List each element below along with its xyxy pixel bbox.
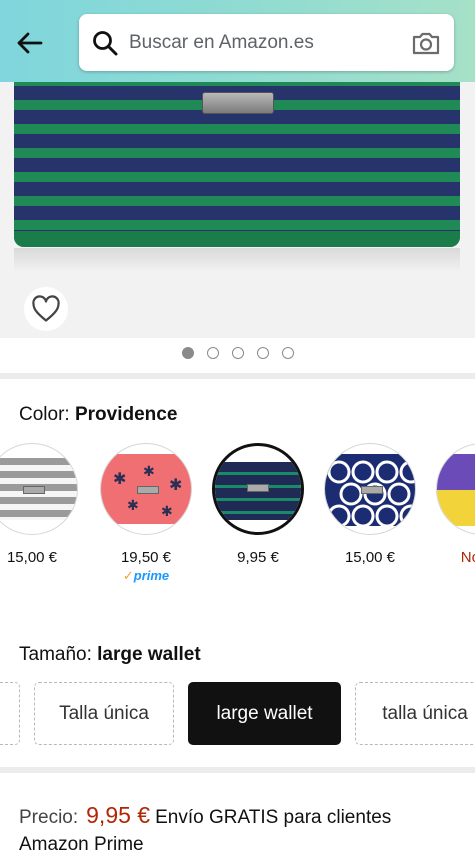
size-option-partial[interactable] (0, 682, 20, 745)
product-image (14, 82, 460, 247)
swatch-price: 9,95 € (237, 549, 279, 566)
size-option[interactable]: talla única (355, 682, 475, 745)
back-arrow-icon[interactable] (12, 26, 46, 60)
swatch-price: 15,00 € (6, 549, 58, 566)
swatch-price: 15,00 € (344, 549, 396, 566)
svg-text:✱: ✱ (143, 463, 155, 479)
color-label: Color: (19, 404, 70, 425)
carousel-indicator (0, 347, 475, 363)
product-image-carousel[interactable] (0, 82, 475, 338)
swatch-price: 19,50 € (120, 549, 172, 566)
brand-plate (202, 92, 274, 114)
swatch-unavailable: No dis (460, 549, 475, 566)
top-bar: Buscar en Amazon.es (0, 0, 475, 82)
color-swatch[interactable]: 15,00 € (323, 443, 417, 566)
prime-badge: ✓prime (122, 568, 170, 583)
price-block: Precio: 9,95 € Envío GRATIS para clientes … (19, 802, 459, 858)
color-swatch[interactable]: No dis (435, 443, 475, 566)
carousel-dot[interactable] (256, 347, 269, 359)
svg-text:✱: ✱ (127, 497, 139, 513)
color-swatch[interactable]: 15,00 € (0, 443, 79, 566)
section-divider (0, 767, 475, 773)
carousel-dot[interactable] (206, 347, 219, 359)
size-option-selected[interactable]: large wallet (188, 682, 341, 745)
color-swatch-selected[interactable]: 9,95 € (211, 443, 305, 566)
size-option[interactable]: Talla única (34, 682, 174, 745)
product-page: Buscar en Amazon.es Color: Providence 15… (0, 0, 475, 862)
color-heading: Color: Providence (19, 404, 177, 426)
carousel-dot[interactable] (231, 347, 244, 359)
selected-color: Providence (74, 404, 178, 425)
svg-text:✱: ✱ (169, 477, 182, 494)
size-label: Tamaño: (19, 644, 92, 665)
svg-text:✱: ✱ (113, 471, 126, 488)
selected-size: large wallet (97, 644, 201, 665)
price-value: 9,95 € (86, 802, 151, 828)
svg-text:✱: ✱ (161, 503, 173, 519)
carousel-dot[interactable] (181, 347, 194, 359)
color-swatch[interactable]: ✱ ✱ ✱ ✱ ✱ 19,50 € ✓prime (99, 443, 193, 584)
size-heading: Tamaño: large wallet (19, 644, 201, 666)
carousel-dot[interactable] (281, 347, 294, 359)
search-input[interactable]: Buscar en Amazon.es (129, 32, 410, 54)
search-bar[interactable]: Buscar en Amazon.es (79, 14, 454, 71)
section-divider (0, 373, 475, 379)
camera-icon[interactable] (410, 27, 442, 59)
wishlist-heart-icon[interactable] (24, 287, 68, 331)
price-label: Precio: (19, 807, 79, 828)
search-icon (93, 30, 118, 55)
